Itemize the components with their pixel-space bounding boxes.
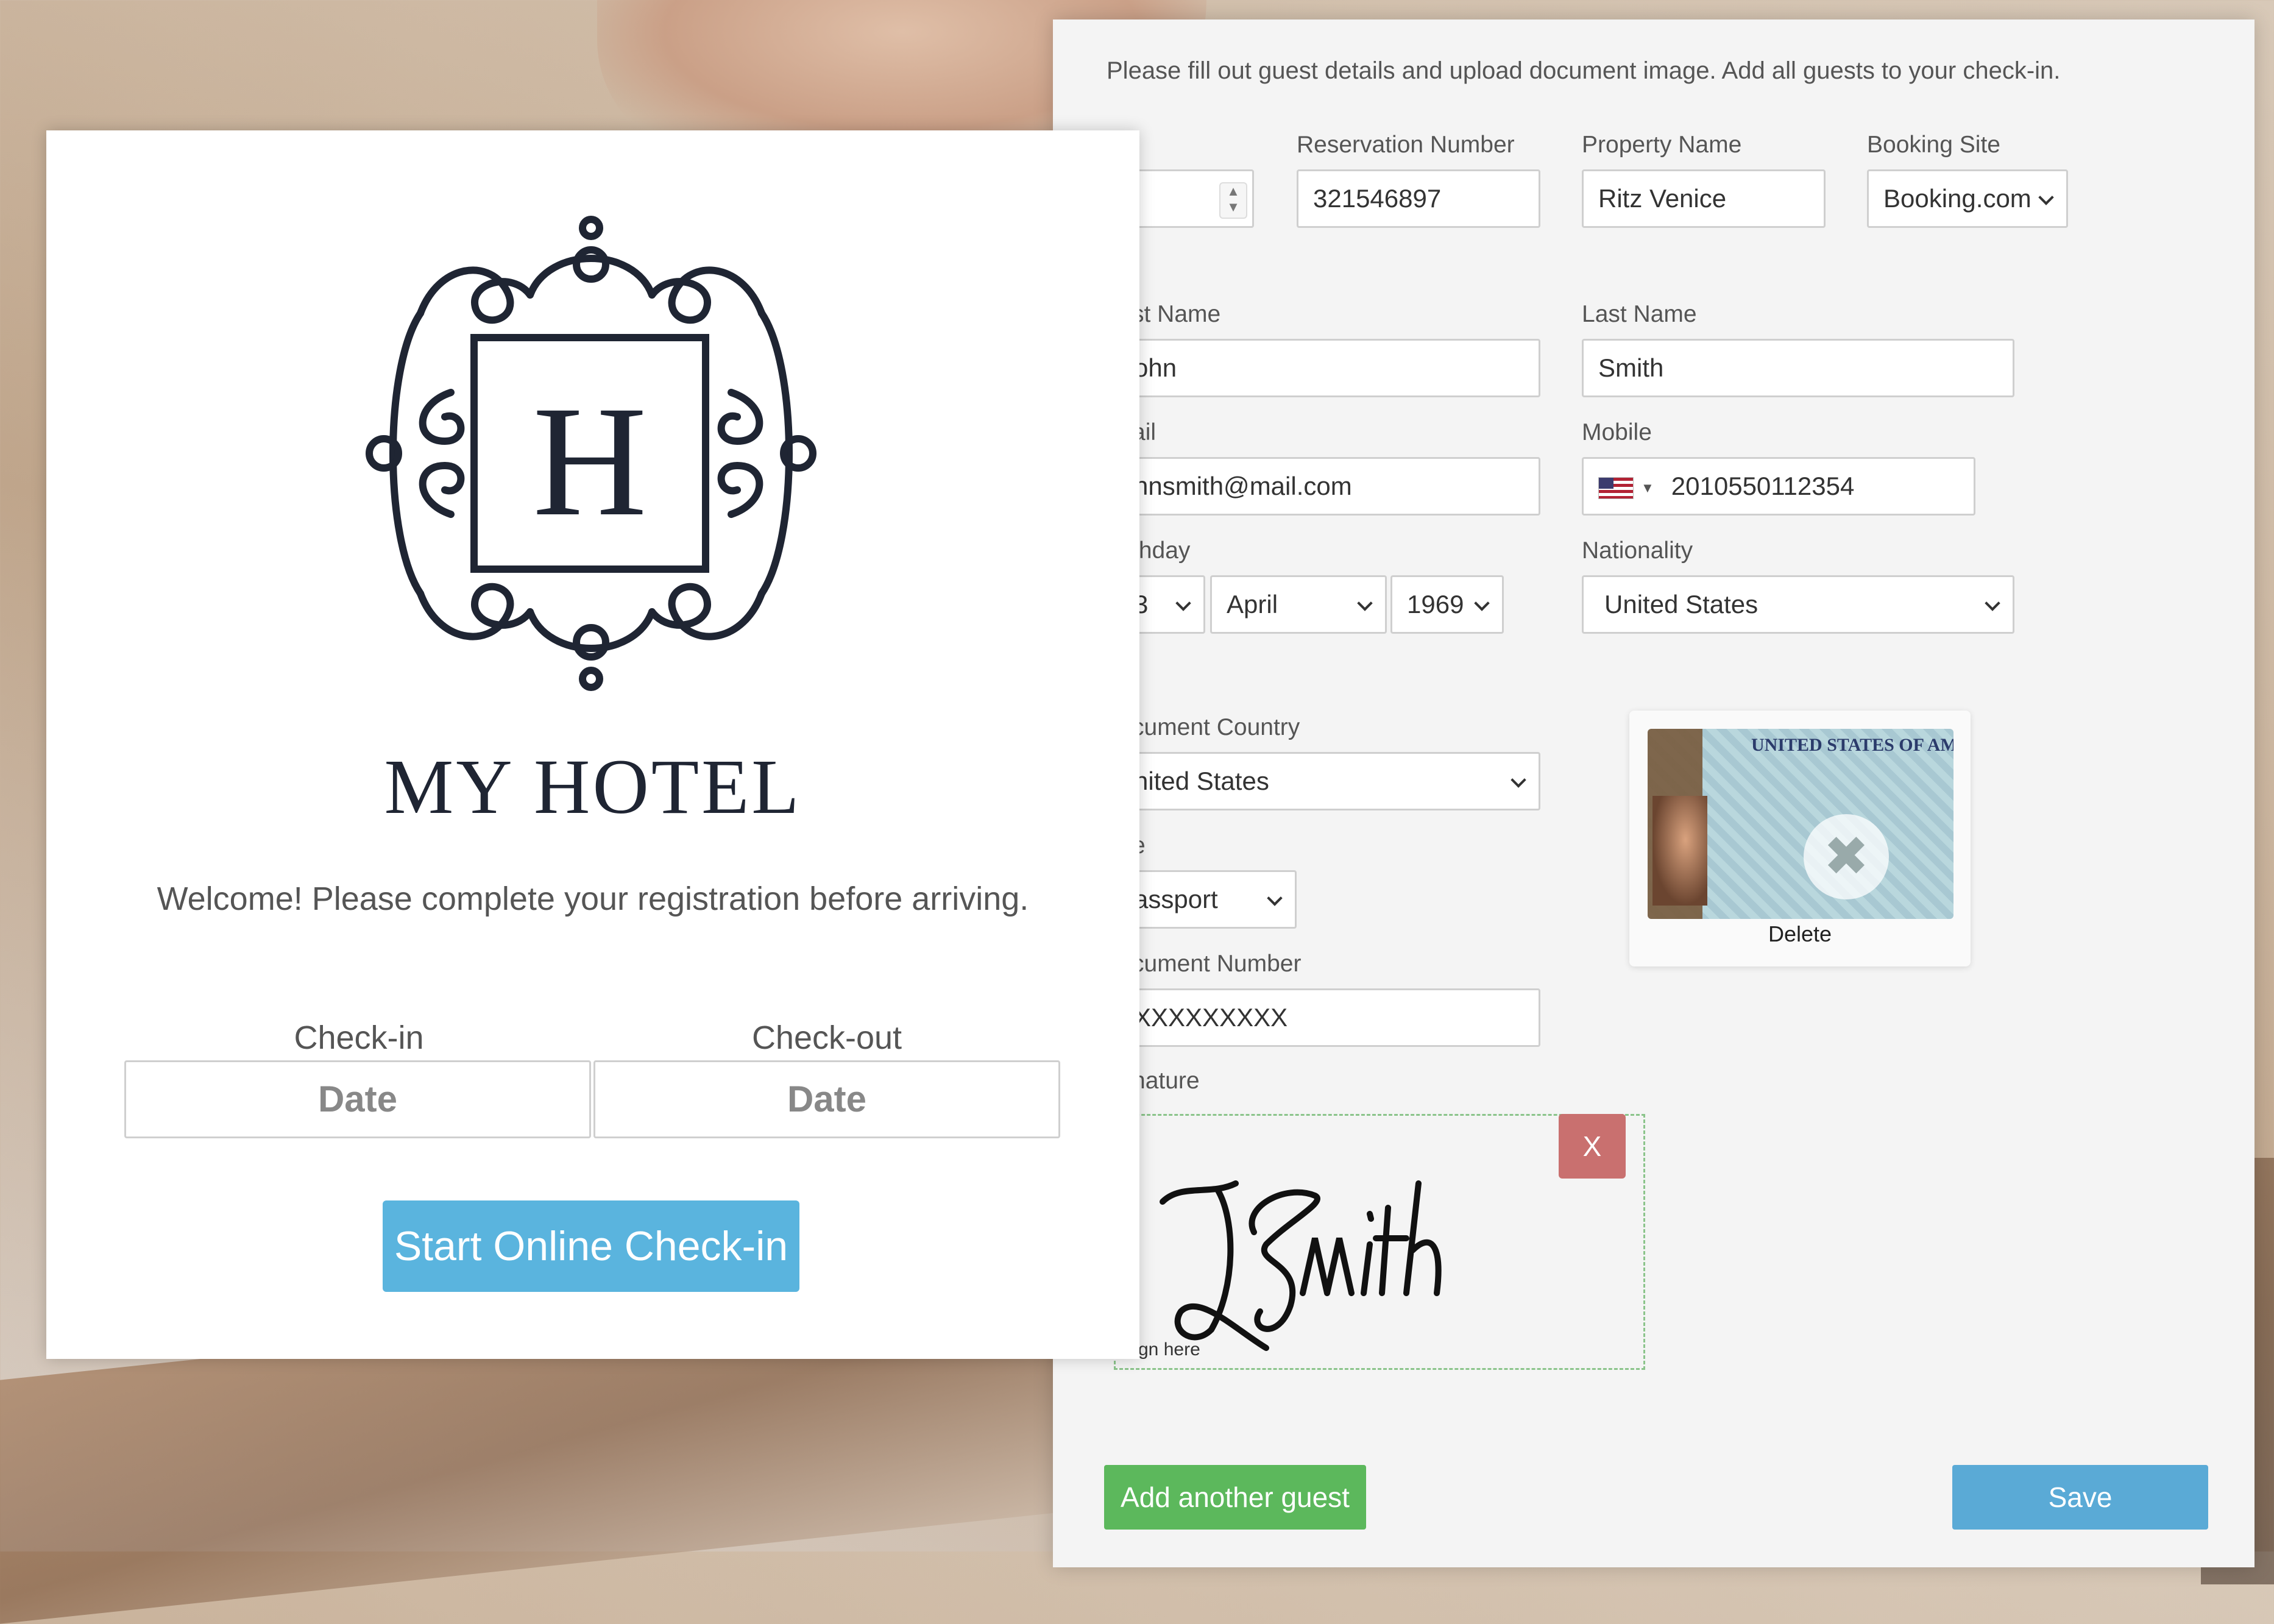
save-button[interactable]: Save [1952, 1465, 2208, 1530]
checkin-label: Check-in [294, 1019, 424, 1056]
last-name-input[interactable]: Smith [1582, 339, 2014, 397]
welcome-card: H MY HOTEL Welcome! Please complete your… [46, 130, 1139, 1359]
passport-thumbnail: UNITED STATES OF AMERICA ✖ [1648, 729, 1953, 919]
remove-image-icon[interactable]: ✖ [1804, 814, 1889, 899]
checkout-date-input[interactable]: Date [593, 1060, 1060, 1138]
document-number-label: cument Number [1132, 951, 1302, 977]
birthday-year-select[interactable]: 1969 [1390, 575, 1504, 634]
mobile-label: Mobile [1582, 419, 1652, 445]
us-flag-icon[interactable] [1598, 477, 1634, 499]
delete-image-link[interactable]: Delete [1629, 921, 1971, 947]
birthday-month-select[interactable]: April [1210, 575, 1387, 634]
mobile-input[interactable]: ▼ 2010550112354 [1582, 457, 1975, 516]
first-name-label: st Name [1132, 301, 1221, 327]
last-name-label: Last Name [1582, 301, 1697, 327]
property-name-input[interactable]: Ritz Venice [1582, 169, 1826, 228]
reservation-number-label: Reservation Number [1297, 132, 1515, 158]
reservation-number-input[interactable]: 321546897 [1297, 169, 1540, 228]
nationality-select[interactable]: United States [1582, 575, 2014, 634]
caret-down-icon[interactable]: ▼ [1641, 461, 1654, 514]
document-country-label: cument Country [1132, 714, 1300, 740]
welcome-text: Welcome! Please complete your registrati… [157, 881, 1029, 917]
add-another-guest-button[interactable]: Add another guest [1104, 1465, 1366, 1530]
sign-here-hint: gn here [1138, 1339, 1200, 1360]
property-name-label: Property Name [1582, 132, 1742, 158]
form-intro: Please fill out guest details and upload… [1107, 57, 2061, 84]
checkout-label: Check-out [751, 1019, 902, 1056]
guests-spinner-icon[interactable]: ▲ ▼ [1219, 182, 1247, 219]
signature-label: nature [1132, 1068, 1200, 1094]
start-online-checkin-button[interactable]: Start Online Check-in [383, 1200, 799, 1292]
hotel-logo-icon: H [366, 216, 816, 691]
checkin-date-input[interactable]: Date [124, 1060, 591, 1138]
nationality-label: Nationality [1582, 537, 1693, 564]
birthday-label: thday [1132, 537, 1191, 564]
clear-signature-button[interactable]: X [1559, 1114, 1626, 1179]
passport-header: UNITED STATES OF AMERICA [1751, 735, 1953, 755]
hotel-name: MY HOTEL [384, 743, 802, 830]
booking-site-label: Booking Site [1867, 132, 2000, 158]
document-image-card: UNITED STATES OF AMERICA ✖ Delete [1629, 711, 1971, 966]
logo-letter: H [533, 374, 647, 549]
passport-photo [1652, 796, 1707, 906]
booking-site-select[interactable]: Booking.com [1867, 169, 2068, 228]
guest-form-panel: Please fill out guest details and upload… [1053, 20, 2255, 1567]
